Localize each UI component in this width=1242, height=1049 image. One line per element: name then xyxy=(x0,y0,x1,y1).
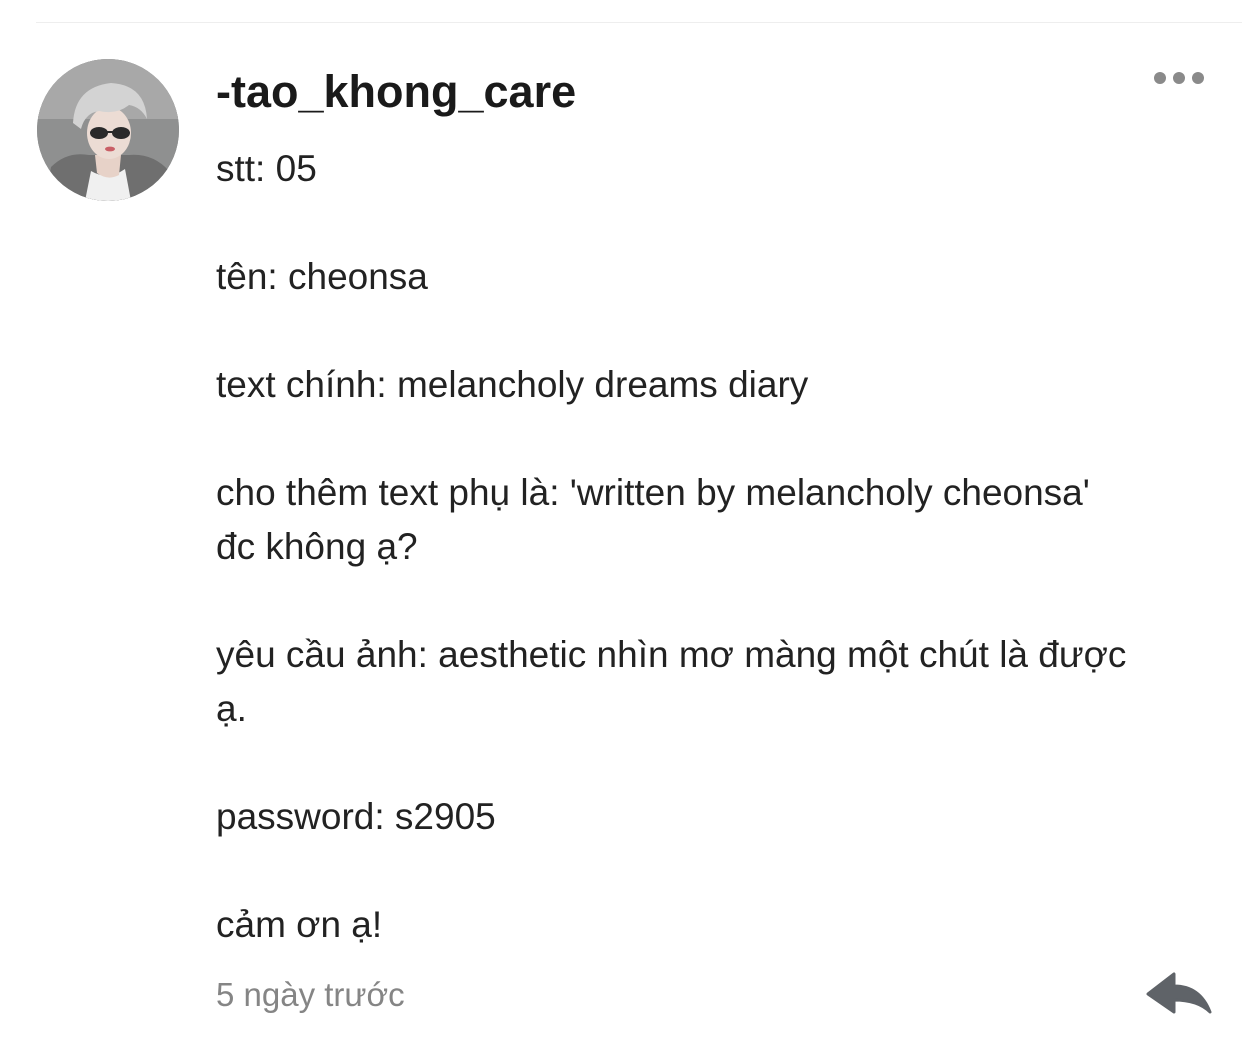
comment-line: tên: cheonsa xyxy=(216,256,428,297)
avatar-image xyxy=(37,59,179,201)
more-horizontal-icon xyxy=(1154,72,1166,84)
comment-line: stt: 05 xyxy=(216,148,317,189)
comment-body: stt: 05 tên: cheonsa text chính: melanch… xyxy=(216,142,1196,952)
comment-line: đc không ạ? xyxy=(216,526,418,567)
avatar[interactable] xyxy=(37,59,179,201)
comment-card: -tao_khong_care stt: 05 tên: cheonsa tex… xyxy=(0,0,1242,1049)
comment-line: cho thêm text phụ là: 'written by melanc… xyxy=(216,472,1090,513)
comment-line: yêu cầu ảnh: aesthetic nhìn mơ màng một … xyxy=(216,634,1127,675)
more-horizontal-icon-dot xyxy=(1192,72,1204,84)
reply-arrow-icon xyxy=(1146,972,1212,1014)
more-options-button[interactable] xyxy=(1146,62,1212,94)
more-horizontal-icon-dot xyxy=(1173,72,1185,84)
comment-line: ạ. xyxy=(216,688,247,729)
comment-timestamp: 5 ngày trước xyxy=(216,976,405,1013)
comment-line: text chính: melancholy dreams diary xyxy=(216,364,809,405)
reply-button[interactable] xyxy=(1144,966,1214,1022)
comment-line: password: s2905 xyxy=(216,796,496,837)
comment-author[interactable]: -tao_khong_care xyxy=(216,64,576,120)
comment-line: cảm ơn ạ! xyxy=(216,904,383,945)
